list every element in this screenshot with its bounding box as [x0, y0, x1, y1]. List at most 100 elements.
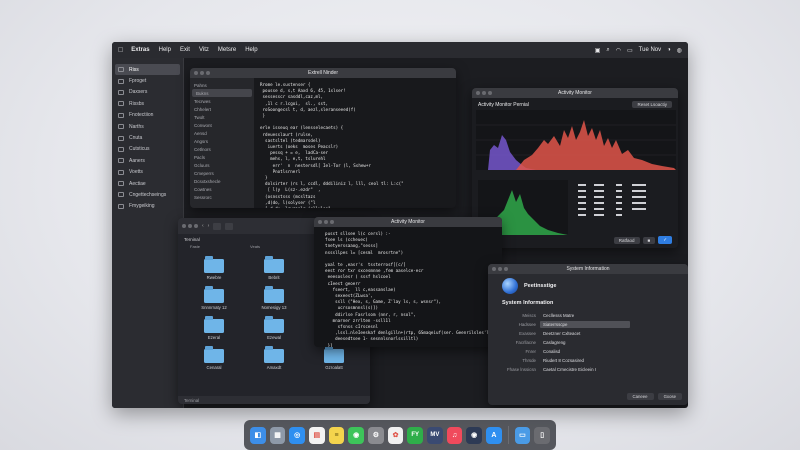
control-center-icon[interactable]: ▣	[595, 47, 601, 54]
close-button[interactable]	[182, 224, 186, 228]
column-header[interactable]: Veats	[250, 244, 260, 252]
activity-code-text[interactable]: pusst sllsee l(c cersl) :- fsee ls (cche…	[314, 227, 502, 347]
photos-icon[interactable]: ✿	[387, 426, 404, 444]
siri-icon[interactable]: ◍	[677, 47, 682, 54]
cancel-button[interactable]: Caneee	[626, 393, 654, 400]
folder-item[interactable]: Bebrit	[244, 256, 304, 280]
minimize-button[interactable]	[188, 224, 192, 228]
music-video-icon[interactable]: MV	[427, 426, 443, 444]
editor-sidebar-item[interactable]: Pacls	[190, 153, 254, 161]
editor-sidebar-item[interactable]: Aensd	[190, 129, 254, 137]
close-button[interactable]	[318, 220, 322, 224]
reset-button[interactable]: Reset Lsoactiy	[632, 101, 672, 108]
facetime-icon[interactable]: FY	[407, 426, 424, 444]
menu-item-metsre[interactable]: Metsre	[218, 47, 236, 53]
battery-icon[interactable]: ▭	[627, 47, 633, 54]
sidebar-item[interactable]: Riss	[115, 64, 180, 76]
view-toggle-button[interactable]	[225, 222, 234, 230]
editor-titlebar[interactable]: Extrell Ninder	[190, 68, 456, 78]
editor-sidebar-item[interactable]: Sessrorc	[190, 193, 254, 201]
folder-item[interactable]: Ezeral	[184, 316, 244, 340]
sidebar-item[interactable]: Cnuta	[112, 132, 183, 143]
folder-item[interactable]: Cenaral	[184, 346, 244, 370]
folder-item[interactable]: Gzroalatt	[304, 346, 364, 370]
editor-sidebar-item[interactable]: Twolt	[190, 113, 254, 121]
search-icon[interactable]: ⌕	[606, 47, 609, 54]
column-header[interactable]: Faste	[190, 244, 200, 252]
stop-icon[interactable]: ■	[642, 236, 656, 244]
zoom-button[interactable]	[330, 220, 334, 224]
view-toggle-button[interactable]	[213, 222, 222, 230]
sidebar-item[interactable]: Aectiae	[112, 178, 183, 189]
system-icon[interactable]: ◉	[466, 426, 483, 444]
folder-item[interactable]: Snnnrnaty 12	[184, 286, 244, 310]
editor-sidebar-item[interactable]: Cetlnors	[190, 145, 254, 153]
ratfaod-button[interactable]: Ratfaod	[613, 236, 640, 244]
close-button[interactable]	[476, 91, 480, 95]
minimize-button[interactable]	[324, 220, 328, 224]
sysinfo-titlebar[interactable]: System Information	[488, 264, 688, 274]
editor-sidebar-item[interactable]: Conwont	[190, 121, 254, 129]
menu-item-exit[interactable]: Exit	[180, 47, 190, 53]
calendar-icon[interactable]: ▤	[309, 426, 325, 444]
appstore-icon[interactable]: A	[486, 426, 502, 444]
editor-sidebar-item[interactable]: Dcsxtxshecle	[190, 177, 254, 185]
activity-monitor-titlebar[interactable]: Activity Monitor	[314, 217, 502, 227]
sidebar-item[interactable]: Cngettechseings	[112, 189, 183, 200]
sidebar-item[interactable]: Rissbs	[112, 98, 183, 109]
zoom-button[interactable]	[206, 71, 210, 75]
folder-item[interactable]: Ezewal	[244, 316, 304, 340]
editor-sidebar-item[interactable]: Pahns	[190, 81, 254, 89]
editor-sidebar-item[interactable]: Cmeperrs	[190, 169, 254, 177]
folder-item[interactable]: Amaxdt	[244, 346, 304, 370]
confirm-button[interactable]: ✓	[658, 236, 672, 244]
music-icon[interactable]: ♫	[446, 426, 463, 444]
editor-sidebar-item[interactable]: Angsrs	[190, 137, 254, 145]
menu-item-extras[interactable]: Extras	[131, 47, 149, 53]
control-icon[interactable]: ◑	[667, 47, 671, 53]
sidebar-item[interactable]: Daxsers	[112, 87, 183, 98]
close-button[interactable]	[492, 267, 496, 271]
menu-item-help-2[interactable]: Help	[245, 47, 257, 53]
sidebar-item[interactable]: Aaners	[112, 155, 183, 166]
sidebar-item[interactable]: Fproget	[112, 75, 183, 86]
zoom-button[interactable]	[194, 224, 198, 228]
menubar-clock[interactable]: Tue Nov	[639, 47, 661, 53]
chart-titlebar[interactable]: Activity Monitor	[472, 88, 678, 98]
sidebar-item[interactable]: Cutsticus	[112, 144, 183, 155]
wifi-icon[interactable]: ◠	[616, 47, 621, 54]
messages-icon[interactable]: ◉	[348, 426, 365, 444]
editor-sidebar-item[interactable]: Chhelert	[190, 105, 254, 113]
zoom-button[interactable]	[488, 91, 492, 95]
folder-item[interactable]: Nomesigy 13	[244, 286, 304, 310]
minimize-button[interactable]	[200, 71, 204, 75]
minimize-button[interactable]	[482, 91, 486, 95]
info-value-field[interactable]: Siaterrsscpe	[540, 321, 630, 328]
editor-sidebar-item[interactable]: Tecrwes	[190, 97, 254, 105]
minimize-button[interactable]	[498, 267, 502, 271]
sidebar-item[interactable]: Voetts	[112, 167, 183, 178]
sidebar-item[interactable]: Fnotectiion	[112, 110, 183, 121]
menu-item-vitz[interactable]: Vitz	[199, 47, 209, 53]
sidebar-item[interactable]: Fmygeiking	[112, 201, 183, 212]
finder-icon[interactable]: ◧	[250, 426, 266, 444]
folder-icon[interactable]: ▭	[514, 426, 531, 444]
settings-icon[interactable]: ⚙	[368, 426, 384, 444]
close-dialog-button[interactable]: Gxose	[657, 393, 682, 400]
apple-menu-icon[interactable]: 	[118, 47, 123, 54]
safari-icon[interactable]: ◎	[289, 426, 306, 444]
back-icon[interactable]: ‹	[202, 223, 204, 229]
launchpad-icon[interactable]: ▦	[269, 426, 286, 444]
sidebar-item[interactable]: Narths	[112, 121, 183, 132]
close-button[interactable]	[194, 71, 198, 75]
editor-sidebar-item[interactable]: Cowtnes	[190, 185, 254, 193]
code-editor[interactable]: Rrome le.sustenser { pousse d, s,t Aaxd …	[254, 78, 456, 208]
editor-sidebar-item[interactable]: Gcluurs	[190, 161, 254, 169]
editor-sidebar-item[interactable]: Bukns	[192, 89, 252, 97]
zoom-button[interactable]	[504, 267, 508, 271]
folder-item[interactable]: Rwebre	[184, 256, 244, 280]
notes-icon[interactable]: ≡	[328, 426, 345, 444]
menu-item-help[interactable]: Help	[159, 47, 171, 53]
forward-icon[interactable]: ›	[208, 223, 210, 229]
trash-icon[interactable]: ▯	[534, 426, 550, 444]
